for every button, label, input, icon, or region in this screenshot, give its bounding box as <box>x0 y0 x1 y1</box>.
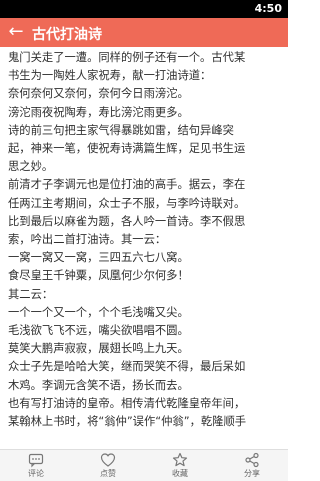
back-button[interactable]: ← <box>6 22 26 42</box>
content-line: 前清才子李调元也是位打油的高手。据云，李在 <box>8 178 246 192</box>
content-line: 诗的前三句把主家气得暴跳如雷，结句异峰突 <box>8 123 234 137</box>
page-title: 古代打油诗 <box>32 27 102 43</box>
content-line: 一个一个又一个，个个毛浅嘴又尖。 <box>8 305 189 319</box>
star-icon <box>150 452 210 468</box>
content-line: 奈何奈何又奈何，奈何今日雨滂沱。 <box>8 87 189 101</box>
status-bar: 4:50 <box>0 0 288 18</box>
content-line: 也有写打油诗的皇帝。相传清代乾隆皇帝年间， <box>8 396 246 410</box>
content-line: 思之妙。 <box>8 160 54 174</box>
like-button[interactable]: 点赞 <box>78 450 138 481</box>
app-bar: ← 古代打油诗 <box>0 18 288 47</box>
content-line: 木鸡。李调元含笑不语，扬长而去。 <box>8 378 189 392</box>
content-line: 食尽皇王千钟粟，凤凰何少尔何多！ <box>8 269 189 283</box>
favorite-button[interactable]: 收藏 <box>150 450 210 481</box>
favorite-label: 收藏 <box>172 469 188 478</box>
content-line: 比到最后以麻雀为题，各人吟一首诗。李不假思 <box>8 214 246 228</box>
content-line: 某翰林上书时，将“翁仲”误作“仲翁”，乾隆顺手 <box>8 415 247 429</box>
back-arrow-icon: ← <box>8 21 24 42</box>
article-content[interactable]: 鬼门关走了一遭。同样的例子还有一个。古代某 书生为一陶姓人家祝寿，献一打油诗道：… <box>8 49 280 449</box>
bottom-action-bar: 评论 点赞 收藏 分享 <box>0 449 288 481</box>
content-line: 书生为一陶姓人家祝寿，献一打油诗道： <box>8 69 212 83</box>
share-icon <box>222 452 282 468</box>
content-line: 毛浅欲飞飞不远，嘴尖欲唱唱不圆。 <box>8 324 189 338</box>
comment-label: 评论 <box>28 469 44 478</box>
content-line: 任两江主考期间，众士子不服，与李吟诗联对。 <box>8 196 246 210</box>
share-label: 分享 <box>244 469 260 478</box>
comment-button[interactable]: 评论 <box>6 450 66 481</box>
content-line: 索，吟出二首打油诗。其一云： <box>8 233 167 247</box>
content-line: 滂沱雨夜祝陶寿，寿比滂沱雨更多。 <box>8 105 189 119</box>
content-line: 鬼门关走了一遭。同样的例子还有一个。古代某 <box>8 51 246 64</box>
content-line: 其二云： <box>8 287 54 301</box>
heart-icon <box>78 452 138 468</box>
status-time: 4:50 <box>254 2 282 15</box>
content-line: 起，神来一笔，使祝寿诗满篇生辉，足见书生运 <box>8 142 246 156</box>
content-line: 众士子先是哈哈大笑，继而哭笑不得，最后呆如 <box>8 360 246 374</box>
content-line: 莫笑大鹏声寂寂，展翅长鸣上九天。 <box>8 342 189 356</box>
like-label: 点赞 <box>100 469 116 478</box>
content-line: 一窝一窝又一窝，三四五六七八窝。 <box>8 251 189 265</box>
comment-icon <box>6 452 66 468</box>
share-button[interactable]: 分享 <box>222 450 282 481</box>
